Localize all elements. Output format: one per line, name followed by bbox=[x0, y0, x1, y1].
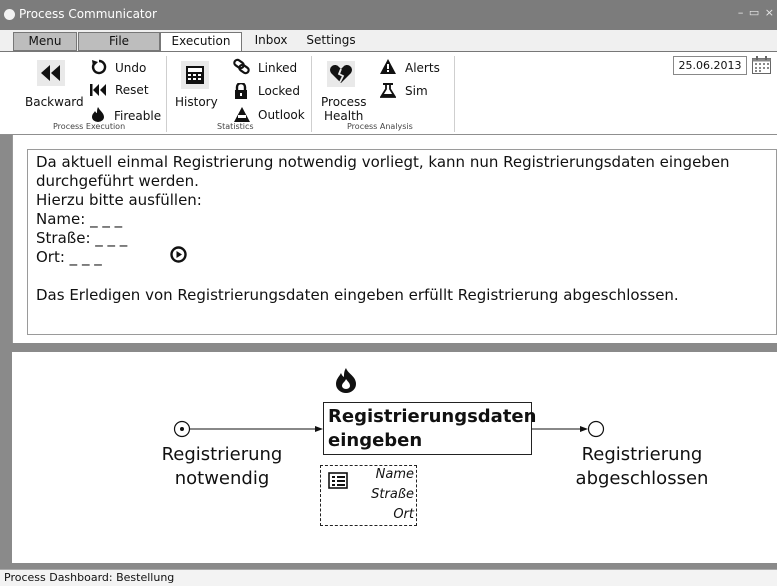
task-text-line: Da aktuell einmal Registrierung notwendi… bbox=[36, 153, 730, 171]
window-controls[interactable]: – ▭ × bbox=[738, 6, 775, 19]
backward-icon bbox=[37, 60, 65, 86]
flask-icon bbox=[380, 83, 396, 98]
end-label-line-1: Registrierung bbox=[581, 444, 703, 465]
fireable-flame-icon bbox=[336, 368, 356, 393]
lock-icon bbox=[235, 83, 247, 99]
alerts-label: Alerts bbox=[405, 61, 440, 75]
start-label-line-1: Registrierung bbox=[161, 444, 283, 465]
linked-label: Linked bbox=[258, 61, 298, 75]
tab-menu[interactable]: Menu bbox=[13, 32, 77, 51]
ribbon-separator bbox=[311, 56, 312, 132]
task-text-line: durchgeführt werden. bbox=[36, 172, 199, 190]
task-description: Da aktuell einmal Registrierung notwendi… bbox=[27, 149, 777, 335]
data-field-ort: Ort bbox=[393, 507, 414, 522]
data-field-strasse: Straße bbox=[371, 487, 414, 502]
tab-execution[interactable]: Execution bbox=[160, 32, 242, 52]
tab-settings[interactable]: Settings bbox=[302, 32, 360, 51]
date-field[interactable]: 25.06.2013 bbox=[673, 56, 747, 75]
start-place[interactable] bbox=[173, 420, 191, 438]
transition-label-line-1: Registrierungsdaten bbox=[328, 406, 537, 427]
process-health-label-1: Process bbox=[321, 95, 367, 109]
outlook-label: Outlook bbox=[258, 108, 305, 122]
group-label-statistics: Statistics bbox=[217, 122, 254, 131]
tab-inbox[interactable]: Inbox bbox=[246, 32, 296, 51]
window-title: Process Communicator bbox=[19, 7, 157, 21]
menu-bar: Menu File Execution Inbox Settings bbox=[0, 30, 777, 52]
title-bar: Process Communicator – ▭ × bbox=[0, 0, 777, 30]
city-field-prompt[interactable]: Ort: _ _ _ bbox=[36, 248, 102, 267]
group-label-process-analysis: Process Analysis bbox=[347, 122, 413, 131]
broken-heart-icon bbox=[327, 61, 355, 87]
ribbon-separator bbox=[166, 56, 167, 132]
data-form[interactable]: Name Straße Ort bbox=[320, 465, 417, 526]
status-bar: Process Dashboard: Bestellung bbox=[0, 569, 777, 586]
play-icon[interactable] bbox=[170, 246, 187, 263]
undo-icon bbox=[91, 59, 107, 75]
task-panel: Da aktuell einmal Registrierung notwendi… bbox=[12, 135, 777, 343]
calculator-icon bbox=[181, 61, 209, 89]
outlook-icon bbox=[234, 107, 250, 122]
history-label: History bbox=[175, 95, 218, 109]
form-icon bbox=[328, 472, 348, 489]
flame-icon bbox=[92, 107, 104, 122]
sim-label: Sim bbox=[405, 84, 428, 98]
process-health-label-2: Health bbox=[324, 109, 364, 123]
transition-label-line-2: eingeben bbox=[328, 430, 423, 451]
tab-file[interactable]: File bbox=[78, 32, 160, 51]
start-place-label: Registrierung notwendig bbox=[152, 443, 292, 491]
task-text-line: Hierzu bitte ausfüllen: bbox=[36, 191, 202, 209]
fireable-label: Fireable bbox=[114, 109, 162, 123]
group-label-process-execution: Process Execution bbox=[53, 122, 126, 131]
process-diagram: Registrierung notwendig Registrierungsda… bbox=[12, 352, 777, 563]
name-field-prompt[interactable]: Name: _ _ _ bbox=[36, 210, 122, 229]
start-label-line-2: notwendig bbox=[174, 468, 270, 489]
link-icon bbox=[233, 58, 250, 75]
backward-label: Backward bbox=[25, 95, 84, 109]
arc-out-arrowhead bbox=[580, 426, 588, 432]
reset-label: Reset bbox=[115, 83, 149, 97]
ribbon: Backward Undo Reset Fireable Process Exe… bbox=[0, 51, 777, 135]
end-place[interactable] bbox=[587, 420, 605, 438]
app-window: Process Communicator – ▭ × Menu File Exe… bbox=[0, 0, 777, 586]
end-place-label: Registrierung abgeschlossen bbox=[567, 443, 717, 491]
undo-label: Undo bbox=[115, 61, 147, 75]
locked-label: Locked bbox=[258, 84, 300, 98]
task-text-line: Das Erledigen von Registrierungsdaten ei… bbox=[36, 286, 679, 304]
arc-in-arrowhead bbox=[315, 426, 323, 432]
transition-registrierungsdaten-eingeben[interactable]: Registrierungsdaten eingeben bbox=[323, 402, 537, 455]
data-field-name: Name bbox=[375, 467, 414, 482]
end-label-line-2: abgeschlossen bbox=[575, 468, 709, 489]
street-field-prompt[interactable]: Straße: _ _ _ bbox=[36, 229, 127, 248]
ribbon-separator bbox=[454, 56, 455, 132]
reset-icon bbox=[90, 84, 106, 96]
calendar-icon[interactable] bbox=[752, 56, 771, 74]
alert-icon bbox=[380, 59, 396, 74]
app-icon bbox=[4, 9, 15, 20]
